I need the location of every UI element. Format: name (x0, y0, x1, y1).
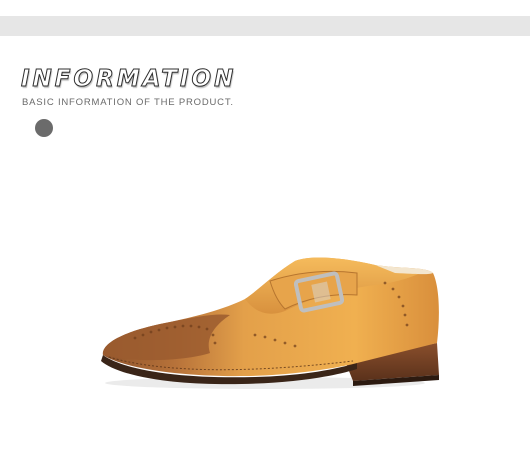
shoe-image (101, 257, 439, 389)
bullet-dot (35, 119, 53, 137)
section-subtitle: BASIC INFORMATION OF THE PRODUCT. (22, 97, 234, 108)
section-title: INFORMATION (20, 66, 237, 93)
product-info-page: INFORMATION BASIC INFORMATION OF THE PRO… (0, 0, 530, 467)
top-divider-band (0, 16, 530, 36)
